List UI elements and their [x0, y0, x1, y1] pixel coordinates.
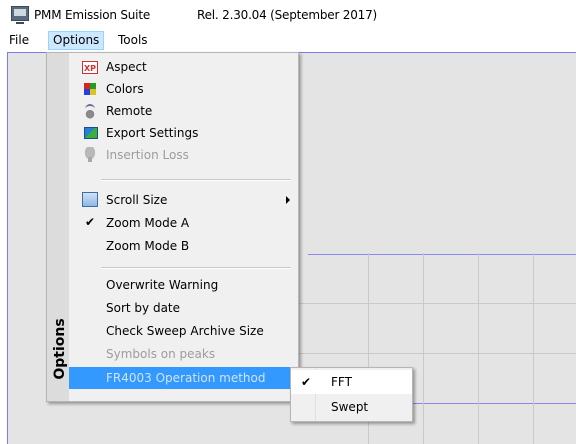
menu-item-insertion-loss: Insertion Loss [69, 144, 298, 166]
operation-method-submenu: ✔ FFT Swept [290, 367, 413, 422]
menu-side-label: Options [52, 318, 68, 380]
submenu-item-label: FFT [331, 375, 352, 389]
submenu-arrow-icon [286, 196, 290, 204]
menu-file[interactable]: File [6, 32, 32, 49]
menu-item-check-sweep-archive-size[interactable]: Check Sweep Archive Size [69, 320, 298, 342]
options-dropdown-menu: Options XP Aspect Colors Remote Export S… [46, 52, 299, 402]
grid-line [423, 253, 424, 444]
menu-item-operation-method[interactable]: FR4003 Operation method [69, 367, 298, 389]
submenu-item-fft[interactable]: ✔ FFT [291, 370, 412, 394]
app-title: PMM Emission Suite [34, 8, 151, 22]
menu-item-label: Export Settings [106, 126, 199, 140]
menu-separator [101, 179, 291, 181]
grid-line [308, 254, 576, 255]
scroll-size-icon [82, 192, 98, 207]
grid-line [533, 253, 534, 444]
menu-item-label: Zoom Mode B [106, 239, 190, 253]
menu-item-symbols-on-peaks: Symbols on peaks [69, 343, 298, 365]
menu-item-label: Check Sweep Archive Size [106, 324, 264, 338]
menu-tools[interactable]: Tools [115, 32, 151, 49]
menu-item-label: Sort by date [106, 301, 181, 315]
menu-item-label: Colors [106, 82, 144, 96]
menu-side-band: Options [47, 53, 69, 401]
menu-item-label: FR4003 Operation method [106, 371, 266, 385]
menu-item-label: Zoom Mode A [106, 216, 190, 230]
monitor-icon [11, 6, 29, 24]
checkmark-icon: ✔ [85, 215, 96, 229]
bulb-icon [82, 147, 98, 163]
submenu-item-label: Swept [331, 400, 369, 414]
menu-item-label: Overwrite Warning [106, 278, 219, 292]
menu-item-overwrite-warning[interactable]: Overwrite Warning [69, 274, 298, 296]
grid-line [478, 253, 479, 444]
menu-separator [101, 267, 291, 269]
menu-options[interactable]: Options [48, 31, 105, 50]
menu-bar: File Options Tools [0, 30, 576, 50]
menu-item-label: Symbols on peaks [106, 347, 216, 361]
menu-item-label: Insertion Loss [106, 148, 189, 162]
colors-icon [84, 83, 96, 95]
menu-item-aspect[interactable]: XP Aspect [69, 56, 298, 78]
menu-item-sort-by-date[interactable]: Sort by date [69, 297, 298, 319]
grid-line [258, 303, 576, 304]
submenu-item-swept[interactable]: Swept [291, 395, 412, 419]
menu-item-label: Aspect [106, 60, 147, 74]
menu-item-zoom-mode-a[interactable]: ✔ Zoom Mode A [69, 212, 298, 234]
grid-line [258, 353, 576, 354]
menu-item-colors[interactable]: Colors [69, 78, 298, 100]
remote-icon [82, 103, 98, 119]
release-label: Rel. 2.30.04 (September 2017) [197, 8, 378, 22]
aspect-icon: XP [82, 61, 98, 74]
checkmark-icon: ✔ [301, 375, 312, 389]
menu-item-export-settings[interactable]: Export Settings [69, 122, 298, 144]
export-settings-icon [84, 127, 98, 139]
menu-item-remote[interactable]: Remote [69, 100, 298, 122]
menu-item-label: Remote [106, 104, 153, 118]
menu-item-scroll-size[interactable]: Scroll Size [69, 189, 298, 211]
menu-item-label: Scroll Size [106, 193, 168, 207]
menu-item-zoom-mode-b[interactable]: Zoom Mode B [69, 235, 298, 257]
title-bar: PMM Emission Suite Rel. 2.30.04 (Septemb… [0, 0, 576, 30]
